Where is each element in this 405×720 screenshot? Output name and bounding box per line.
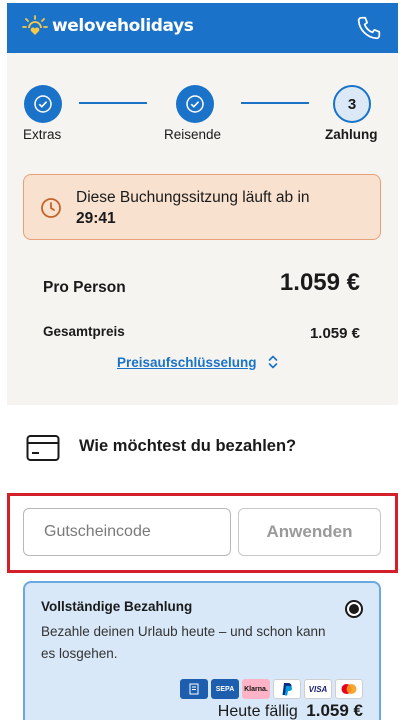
brand-logo[interactable]: weloveholidays (22, 15, 194, 37)
due-today: Heute fällig 1.059 € (218, 701, 363, 720)
full-payment-radio[interactable] (345, 600, 363, 618)
full-payment-option[interactable]: Vollständige Bezahlung Bezahle deinen Ur… (23, 581, 381, 720)
price-breakdown-link[interactable]: Preisaufschlüsselung (117, 354, 279, 370)
klarna-icon: Klarna. (242, 679, 270, 699)
step-connector (79, 102, 147, 104)
step-label-zahlung: Zahlung (325, 127, 378, 142)
invoice-icon (180, 679, 208, 699)
visa-icon: VISA (304, 679, 332, 699)
option-title: Vollständige Bezahlung (41, 599, 193, 614)
document-icon (189, 683, 199, 695)
payment-method-logos: SEPA Klarna. VISA (180, 679, 363, 699)
price-per-person-label: Pro Person (43, 279, 126, 296)
sun-heart-logo-icon (22, 15, 48, 35)
step-zahlung-number: 3 (333, 85, 371, 123)
step-connector (241, 102, 309, 104)
credit-card-icon (26, 435, 60, 461)
sepa-icon: SEPA (211, 679, 239, 699)
paypal-icon (273, 679, 301, 699)
timer-countdown: 29:41 (76, 210, 116, 227)
site-header: weloveholidays (7, 3, 398, 53)
option-description: Bezahle deinen Urlaub heute – und schon … (41, 624, 326, 661)
voucher-code-input[interactable] (23, 508, 231, 556)
step-label-extras: Extras (23, 127, 62, 142)
session-timer-banner: Diese Buchungssitzung läuft ab in 29:41 (23, 174, 381, 240)
payment-section: Wie möchtest du bezahlen? Anwenden Volls… (7, 405, 398, 720)
step-extras-check[interactable] (24, 85, 62, 123)
total-price-label: Gesamtpreis (43, 324, 125, 339)
timer-message: Diese Buchungssitzung läuft ab in (76, 189, 310, 206)
radio-selected-dot (349, 604, 359, 614)
checkout-page: weloveholidays 3 Extras Reisende Zahlung (7, 3, 398, 720)
brand-name: weloveholidays (52, 16, 194, 36)
total-price-value: 1.059 € (309, 325, 360, 342)
due-today-label: Heute fällig (217, 703, 298, 720)
check-circle-icon (186, 95, 204, 113)
apply-voucher-button[interactable]: Anwenden (238, 508, 381, 556)
step-label-reisende: Reisende (164, 127, 222, 142)
paypal-logo-icon (282, 683, 292, 696)
price-breakdown-label: Preisaufschlüsselung (117, 354, 257, 370)
check-circle-icon (34, 95, 52, 113)
price-per-person-value: 1.059 € (279, 269, 360, 296)
payment-title: Wie möchtest du bezahlen? (79, 437, 297, 455)
voucher-highlight: Anwenden (7, 493, 398, 573)
chevron-up-down-icon (268, 355, 277, 369)
step-reisende-check[interactable] (176, 85, 214, 123)
phone-icon[interactable] (356, 15, 382, 41)
due-today-value: 1.059 € (306, 701, 363, 720)
mastercard-logo-icon (341, 684, 357, 694)
clock-icon (41, 198, 61, 218)
mastercard-icon (335, 679, 363, 699)
